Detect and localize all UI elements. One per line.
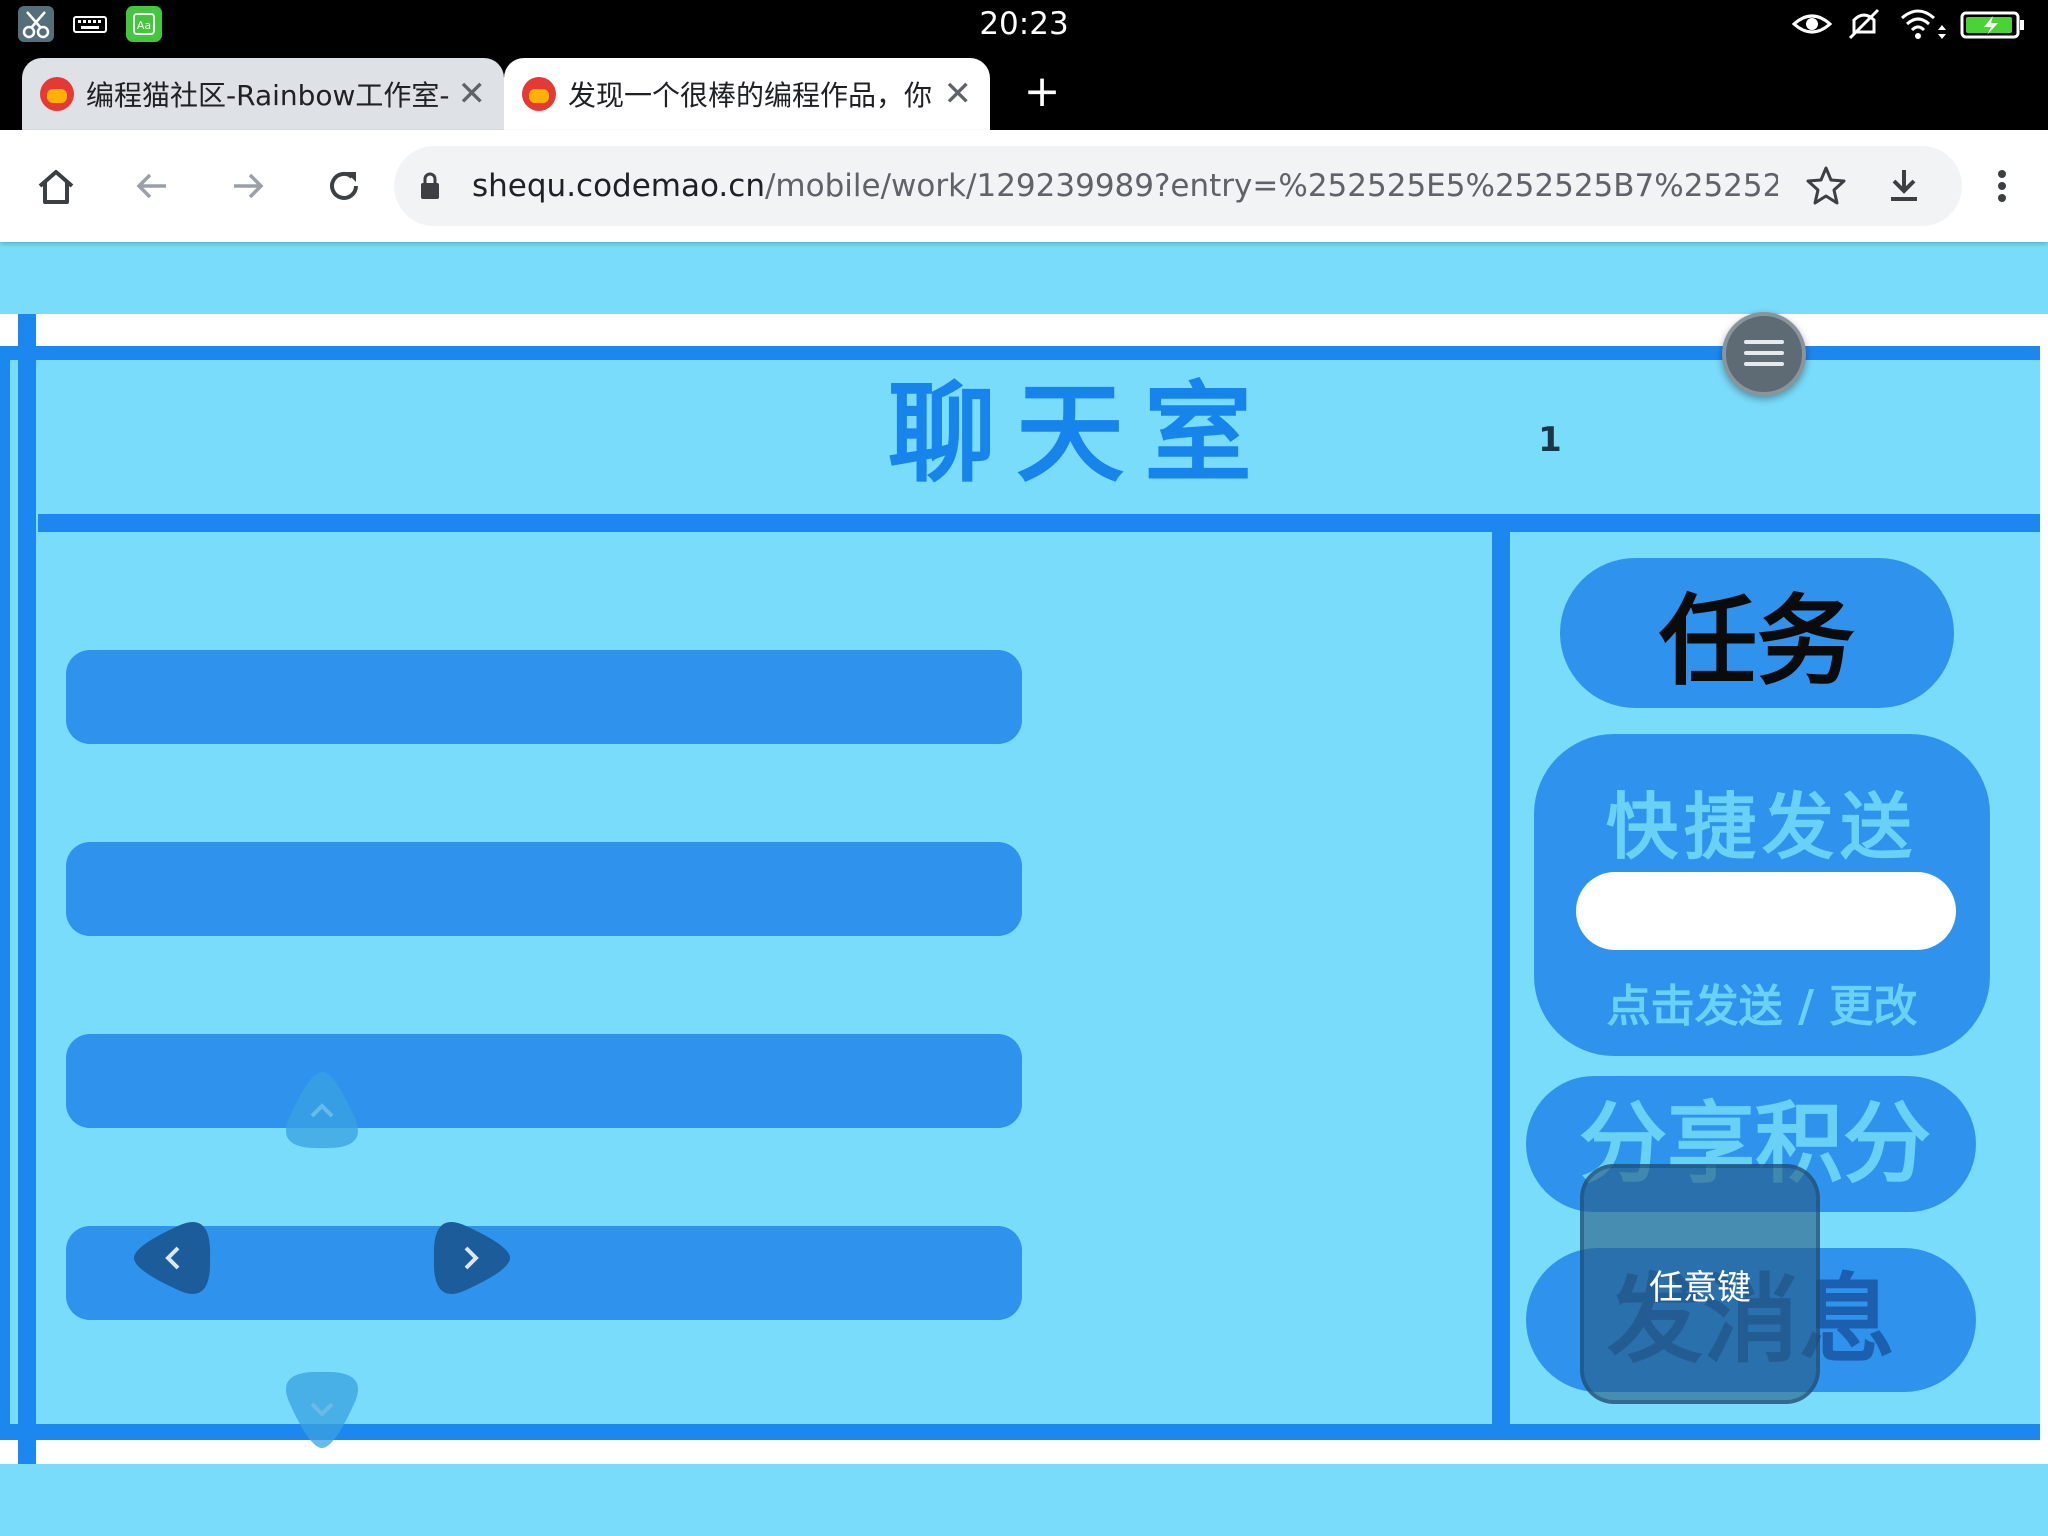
mute-icon — [1846, 6, 1882, 42]
quick-send-title: 快捷发送 — [1605, 785, 1918, 869]
battery-icon — [1960, 6, 2026, 42]
new-tab-button[interactable]: + — [1022, 68, 1062, 116]
stage-menu-button[interactable] — [1722, 312, 1806, 396]
close-icon[interactable]: ✕ — [458, 74, 487, 114]
sidebar-divider — [1492, 532, 1510, 1426]
wifi-icon — [1898, 6, 1946, 42]
bookmark-star-icon[interactable] — [1804, 164, 1848, 208]
any-key-button[interactable]: 任意键 — [1580, 1164, 1820, 1404]
status-bar: Aa 20:23 — [0, 0, 2048, 48]
quick-send-input[interactable] — [1576, 872, 1956, 950]
forward-icon[interactable] — [220, 158, 276, 214]
header-divider — [38, 514, 2040, 532]
dpad-up-button[interactable] — [274, 1068, 370, 1152]
task-button[interactable]: 任务 — [1560, 558, 1954, 708]
tab-title: 编程猫社区-Rainbow工作室- — [86, 79, 450, 112]
more-menu-icon[interactable] — [1974, 158, 2030, 214]
chat-room-title: 聊天室 — [887, 372, 1272, 497]
close-icon[interactable]: ✕ — [944, 74, 973, 114]
message-bar[interactable] — [66, 842, 1022, 936]
message-bar[interactable] — [66, 650, 1022, 744]
quick-send-hint[interactable]: 点击发送 / 更改 — [1534, 970, 1990, 1034]
download-icon[interactable] — [1882, 164, 1926, 208]
tab-title: 发现一个很棒的编程作品，你 — [568, 79, 933, 112]
hamburger-icon — [1744, 340, 1784, 366]
lock-icon — [418, 170, 442, 202]
browser-toolbar: shequ.codemao.cn/mobile/work/129239989?e… — [0, 130, 2048, 242]
codemao-favicon — [522, 77, 556, 111]
message-bar[interactable] — [66, 1034, 1022, 1128]
frame-left-edge — [0, 346, 10, 1440]
url-path: /mobile/work/129239989?entry=%252525E5%2… — [764, 168, 1778, 204]
url-text[interactable]: shequ.codemao.cn/mobile/work/129239989?e… — [472, 146, 1778, 226]
clock: 20:23 — [979, 6, 1069, 42]
dpad-right-button[interactable] — [430, 1210, 514, 1306]
home-icon[interactable] — [28, 158, 84, 214]
any-key-label: 任意键 — [1649, 1267, 1751, 1308]
address-bar[interactable]: shequ.codemao.cn/mobile/work/129239989?e… — [394, 146, 1962, 226]
dpad-down-button[interactable] — [274, 1368, 370, 1452]
tab-codemao-community[interactable]: 编程猫社区-Rainbow工作室- ✕ — [22, 58, 504, 130]
reload-icon[interactable] — [316, 158, 372, 214]
codemao-favicon — [40, 77, 74, 111]
back-icon[interactable] — [124, 158, 180, 214]
online-counter: 1 — [1538, 420, 1562, 460]
tab-work-page[interactable]: 发现一个很棒的编程作品，你 ✕ — [504, 58, 990, 130]
frame-left-bar — [18, 346, 36, 1440]
eye-icon — [1791, 6, 1833, 42]
tab-strip: 编程猫社区-Rainbow工作室- ✕ 发现一个很棒的编程作品，你 ✕ + — [0, 48, 2048, 130]
quick-send-panel: 快捷发送 点击发送 / 更改 — [1534, 734, 1990, 1056]
dpad-left-button[interactable] — [130, 1210, 214, 1306]
url-host: shequ.codemao.cn — [472, 168, 765, 204]
